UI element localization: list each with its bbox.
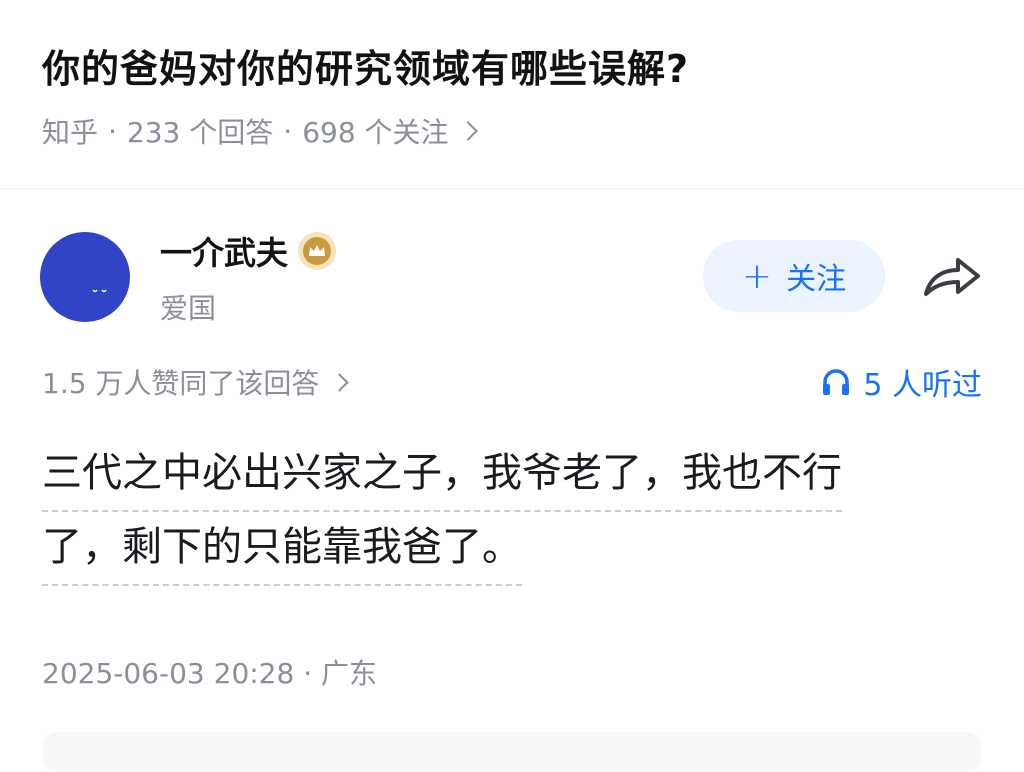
author-row: 一介武夫 <box>160 228 337 274</box>
listen-button[interactable]: 5 人听过 <box>821 360 982 404</box>
follow-button[interactable]: + 关注 <box>703 240 885 312</box>
vote-summary[interactable]: 1.5 万人赞同了该回答 <box>42 362 350 402</box>
question-title[interactable]: 你的爸妈对你的研究领域有哪些误解? <box>42 38 689 93</box>
chevron-right-icon <box>330 372 350 392</box>
author-bio: 爱国 <box>160 292 217 325</box>
answer-line: 了，剩下的只能靠我爸了。 <box>42 512 522 586</box>
answer-count: 233 个回答 <box>126 116 274 149</box>
answer-line: 三代之中必出兴家之子，我爷老了，我也不行 <box>42 438 842 512</box>
follower-count: 698 个关注 <box>302 116 449 149</box>
separator-dot: · <box>108 114 117 148</box>
share-arrow-icon <box>924 258 980 296</box>
question-meta[interactable]: 知乎 · 233 个回答 · 698 个关注 <box>42 111 478 151</box>
chevron-right-icon <box>457 121 478 141</box>
source-label: 知乎 <box>42 116 99 149</box>
comment-bar[interactable] <box>42 732 982 772</box>
follow-label: 关注 <box>786 262 847 297</box>
crown-icon <box>298 232 337 270</box>
plus-icon: + <box>741 255 773 297</box>
headphones-icon <box>823 369 850 395</box>
avatar[interactable] <box>40 232 130 322</box>
share-button[interactable] <box>920 250 986 304</box>
answer-content[interactable]: 三代之中必出兴家之子，我爷老了，我也不行 了，剩下的只能靠我爸了。 <box>42 438 942 586</box>
avatar-face-icon <box>92 289 107 293</box>
author-name[interactable]: 一介武夫 <box>160 228 288 274</box>
vote-count: 1.5 万人赞同了该回答 <box>42 367 320 400</box>
answer-timestamp: 2025-06-03 20:28 · 广东 <box>42 657 378 690</box>
separator-dot: · <box>283 114 293 148</box>
listen-count: 5 人听过 <box>863 368 982 403</box>
divider <box>0 188 1024 189</box>
